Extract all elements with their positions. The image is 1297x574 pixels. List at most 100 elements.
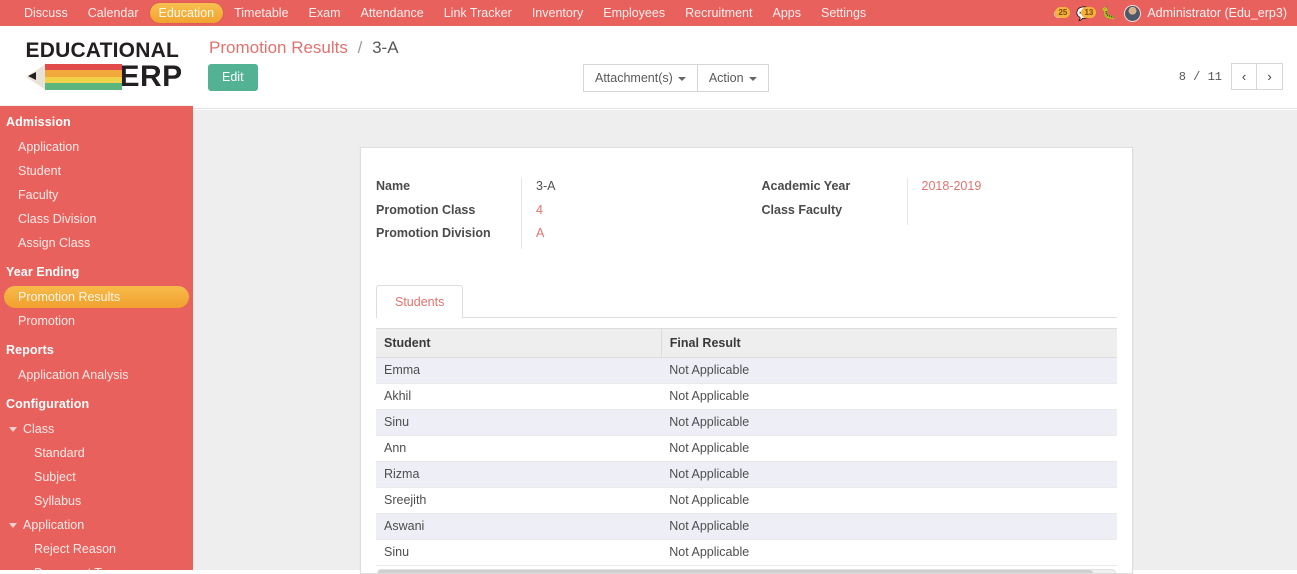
field-divider — [907, 202, 908, 226]
field-divider — [521, 178, 522, 202]
sidebar-group-label: Application — [23, 518, 84, 532]
control-panel-buttons: Attachment(s) Action — [583, 64, 769, 92]
cell-student: Sinu — [376, 539, 661, 565]
top-menu-item-attendance[interactable]: Attendance — [351, 3, 432, 23]
brand-name-line1: EDUCATIONAL — [11, 40, 183, 62]
field-value[interactable]: 4 — [536, 202, 543, 219]
scrollbar-thumb[interactable] — [378, 570, 1093, 574]
field-divider — [521, 202, 522, 226]
form-field-promotion-division: Promotion Division A — [376, 225, 747, 249]
field-value[interactable]: 2018-2019 — [922, 178, 982, 195]
column-header-final-result[interactable]: Final Result — [661, 328, 1117, 357]
attachments-label: Attachment(s) — [595, 71, 673, 85]
top-menu-item-settings[interactable]: Settings — [812, 3, 875, 23]
chevron-down-icon — [678, 77, 686, 81]
form-field-academic-year: Academic Year 2018-2019 — [762, 178, 1133, 202]
action-label: Action — [709, 71, 744, 85]
breadcrumb-root[interactable]: Promotion Results — [209, 38, 348, 57]
chevron-left-icon: ‹ — [1242, 69, 1246, 84]
top-menu-item-inventory[interactable]: Inventory — [523, 3, 592, 23]
sidebar-item-student[interactable]: Student — [4, 160, 189, 182]
user-menu[interactable]: Administrator (Edu_erp3) — [1120, 5, 1293, 22]
cell-student: Akhil — [376, 383, 661, 409]
field-label: Name — [376, 178, 521, 195]
sidebar-item-class-division[interactable]: Class Division — [4, 208, 189, 230]
table-row[interactable]: SinuNot Applicable — [376, 409, 1117, 435]
breadcrumb-current: 3-A — [372, 38, 398, 57]
chevron-down-icon — [9, 427, 17, 432]
cell-student: Emma — [376, 357, 661, 383]
action-dropdown[interactable]: Action — [698, 64, 769, 92]
table-row[interactable]: AswaniNot Applicable — [376, 513, 1117, 539]
notebook-tabs: Students — [376, 285, 1117, 318]
tab-students[interactable]: Students — [376, 285, 463, 318]
top-menu-item-apps[interactable]: Apps — [763, 3, 810, 23]
table-row[interactable]: SinuNot Applicable — [376, 539, 1117, 565]
record-sheet: Name3-APromotion Class4Promotion Divisio… — [360, 147, 1133, 574]
field-value[interactable]: A — [536, 225, 544, 242]
field-label: Class Faculty — [762, 202, 907, 219]
cell-final-result: Not Applicable — [661, 461, 1117, 487]
cell-student: Ann — [376, 435, 661, 461]
top-navbar: DiscussCalendarEducationTimetableExamAtt… — [0, 0, 1297, 26]
chevron-right-icon: › — [1267, 69, 1271, 84]
sidebar-item-syllabus[interactable]: Syllabus — [4, 490, 189, 512]
sidebar-section-admission: Admission — [0, 106, 193, 134]
activity-menu[interactable]: ⏱ 25 — [1045, 3, 1071, 23]
sidebar-item-application[interactable]: Application — [4, 136, 189, 158]
field-label: Academic Year — [762, 178, 907, 195]
breadcrumb: Promotion Results / 3-A — [209, 38, 399, 58]
top-menu-item-exam[interactable]: Exam — [300, 3, 350, 23]
sidebar-group-class[interactable]: Class — [4, 418, 189, 440]
sidebar-item-promotion-results[interactable]: Promotion Results — [4, 286, 189, 308]
cell-student: Aswani — [376, 513, 661, 539]
pager: 8 / 11 ‹ › — [1179, 63, 1283, 90]
top-menu-item-education[interactable]: Education — [150, 3, 224, 23]
top-menu-item-calendar[interactable]: Calendar — [79, 3, 148, 23]
sidebar-group-application[interactable]: Application — [4, 514, 189, 536]
sidebar-nav: AdmissionApplicationStudentFacultyClass … — [0, 106, 193, 570]
table-row[interactable]: RizmaNot Applicable — [376, 461, 1117, 487]
user-name: Administrator (Edu_erp3) — [1147, 6, 1287, 20]
activity-count: 25 — [1055, 7, 1070, 18]
sidebar-item-standard[interactable]: Standard — [4, 442, 189, 464]
table-row[interactable]: SreejithNot Applicable — [376, 487, 1117, 513]
pager-next-button[interactable]: › — [1257, 63, 1283, 90]
cell-final-result: Not Applicable — [661, 513, 1117, 539]
sidebar-item-subject[interactable]: Subject — [4, 466, 189, 488]
table-row[interactable]: AnnNot Applicable — [376, 435, 1117, 461]
students-table: Student Final Result EmmaNot ApplicableA… — [376, 328, 1117, 566]
top-menu-item-recruitment[interactable]: Recruitment — [676, 3, 761, 23]
cell-final-result: Not Applicable — [661, 357, 1117, 383]
form-field-promotion-class: Promotion Class4 — [376, 202, 747, 226]
field-label: Promotion Division — [376, 225, 521, 242]
form-field-class-faculty: Class Faculty — [762, 202, 1133, 226]
attachments-dropdown[interactable]: Attachment(s) — [583, 64, 698, 92]
messages-count: 13 — [1081, 7, 1096, 18]
cell-final-result: Not Applicable — [661, 435, 1117, 461]
table-row[interactable]: AkhilNot Applicable — [376, 383, 1117, 409]
table-header-row: Student Final Result — [376, 328, 1117, 357]
pager-previous-button[interactable]: ‹ — [1231, 63, 1257, 90]
messaging-menu[interactable]: 💬 13 — [1071, 3, 1097, 23]
field-divider — [907, 178, 908, 202]
brand-logo[interactable]: EDUCATIONAL ERP — [0, 26, 193, 106]
sidebar-item-document-type[interactable]: Document Type — [4, 562, 189, 570]
top-menu-item-discuss[interactable]: Discuss — [15, 3, 77, 23]
sidebar-item-reject-reason[interactable]: Reject Reason — [4, 538, 189, 560]
edit-button[interactable]: Edit — [208, 64, 258, 91]
form-field-name: Name3-A — [376, 178, 747, 202]
one2many-list: Student Final Result EmmaNot ApplicableA… — [376, 328, 1117, 574]
pencil-logo-icon — [26, 64, 122, 90]
horizontal-scrollbar[interactable] — [377, 569, 1116, 574]
sidebar-item-assign-class[interactable]: Assign Class — [4, 232, 189, 254]
top-menu-item-employees[interactable]: Employees — [594, 3, 674, 23]
sidebar-item-application-analysis[interactable]: Application Analysis — [4, 364, 189, 386]
table-row[interactable]: EmmaNot Applicable — [376, 357, 1117, 383]
sidebar-item-promotion[interactable]: Promotion — [4, 310, 189, 332]
top-menu-item-timetable[interactable]: Timetable — [225, 3, 297, 23]
top-menu-item-link-tracker[interactable]: Link Tracker — [435, 3, 521, 23]
bug-icon[interactable]: 🐛 — [1101, 6, 1116, 20]
column-header-student[interactable]: Student — [376, 328, 661, 357]
sidebar-item-faculty[interactable]: Faculty — [4, 184, 189, 206]
